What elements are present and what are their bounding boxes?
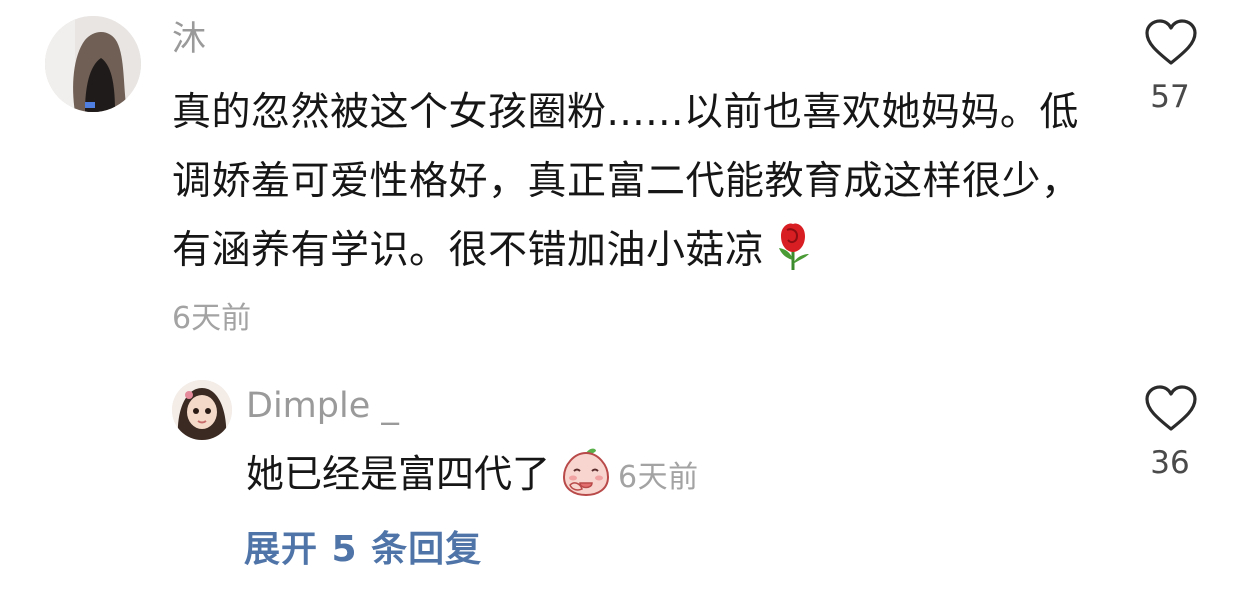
avatar[interactable] [45, 16, 141, 112]
comment-text: 真的忽然被这个女孩圈粉......以前也喜欢她妈妈。低调娇羞可爱性格好，真正富二… [172, 78, 1102, 285]
heart-outline-icon [1145, 385, 1197, 431]
reply-username[interactable]: Dimple _ [246, 384, 399, 428]
avatar-photo-icon [45, 16, 141, 112]
reply-text: 她已经是富四代了 6天前 [246, 444, 699, 508]
expand-replies-button[interactable]: 展开 5 条回复 [244, 528, 482, 572]
avatar-photo-icon [172, 380, 232, 440]
comment-username[interactable]: 沐 [172, 18, 206, 60]
peach-face-emoji-icon [563, 448, 610, 497]
like-count: 36 [1150, 445, 1190, 481]
avatar[interactable] [172, 380, 232, 440]
reply-text-content: 她已经是富四代了 [246, 452, 551, 496]
comment-text-content: 真的忽然被这个女孩圈粉......以前也喜欢她妈妈。低调娇羞可爱性格好，真正富二… [172, 90, 1081, 273]
reply-time: 6天前 [618, 460, 699, 495]
like-button[interactable] [1144, 384, 1198, 434]
rose-emoji-icon [778, 223, 809, 270]
like-button[interactable] [1144, 18, 1198, 68]
comment-time: 6天前 [172, 301, 252, 336]
heart-outline-icon [1145, 19, 1197, 65]
like-count: 57 [1150, 79, 1190, 115]
